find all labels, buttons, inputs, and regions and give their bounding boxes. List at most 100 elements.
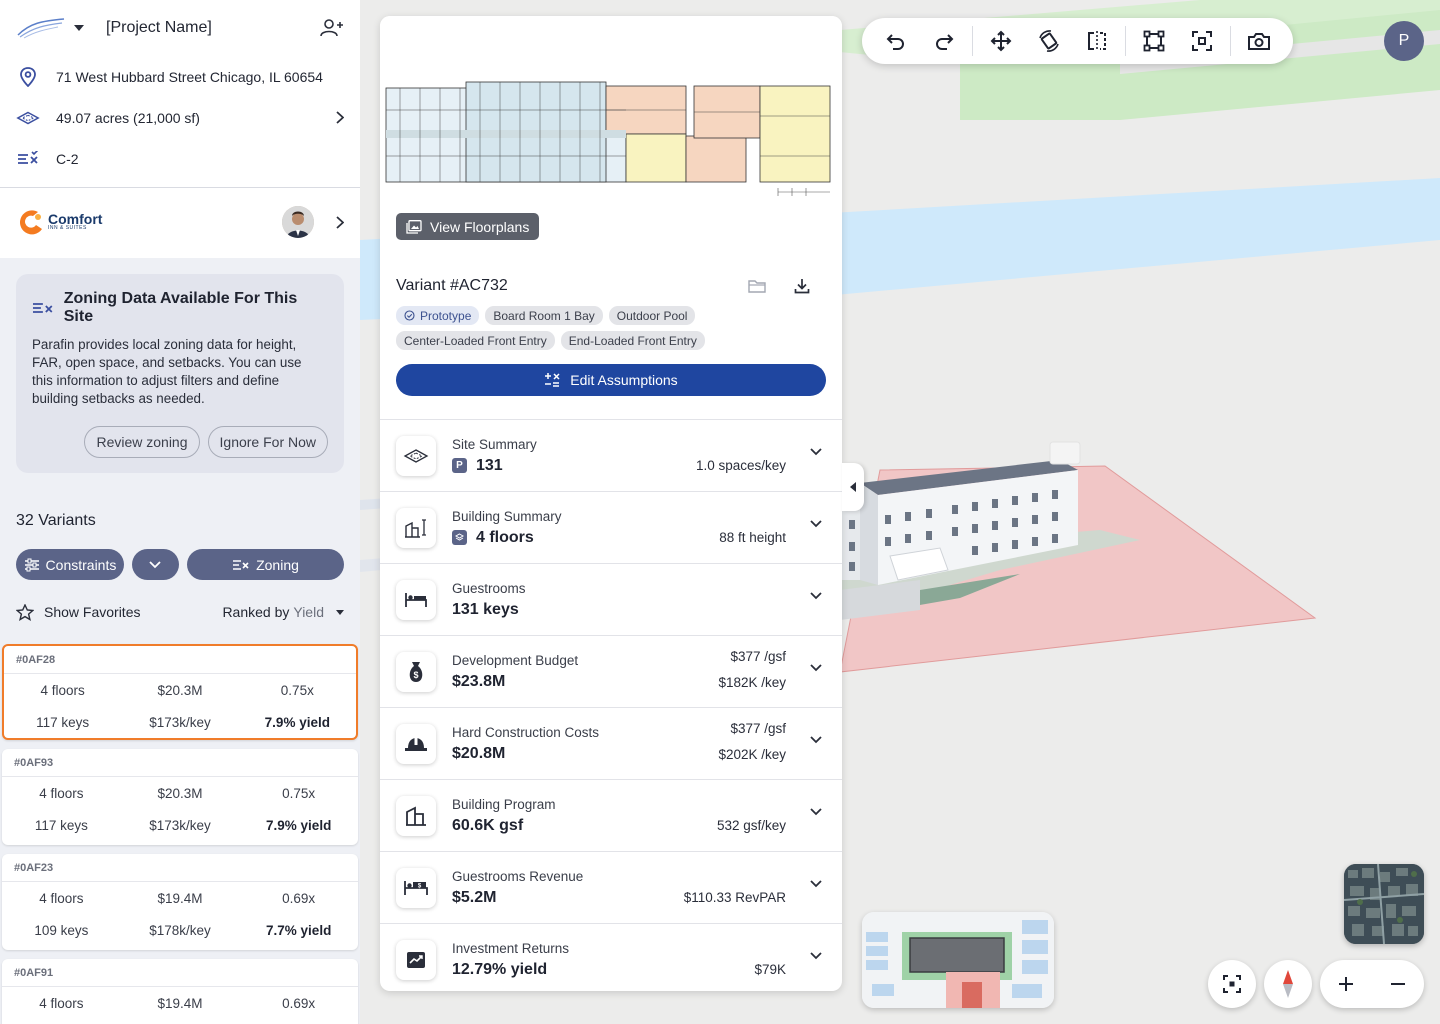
section-hard-construction-costs[interactable]: Hard Construction Costs $20.8M $377 /gsf… — [380, 708, 842, 780]
trend-chart-icon — [396, 939, 436, 980]
variant-floors: 4 floors — [39, 785, 84, 801]
acreage-row[interactable]: 49.07 acres (21,000 sf) — [0, 97, 360, 138]
redo-button[interactable] — [924, 21, 964, 61]
variant-card[interactable]: #0AF91 4 floors $19.4M 0.69x — [2, 959, 358, 1024]
zoom-controls — [1320, 960, 1424, 1008]
recenter-button[interactable] — [1208, 960, 1256, 1008]
tag-center-loaded: Center-Loaded Front Entry — [396, 331, 555, 350]
variant-list: #0AF28 4 floors $20.3M 0.75x 117 keys $1… — [0, 644, 360, 1024]
check-circle-icon — [404, 310, 415, 321]
zoning-filter-button[interactable]: Zoning — [187, 549, 344, 580]
section-building-program[interactable]: Building Program 60.6K gsf 532 gsf/key — [380, 780, 842, 852]
variant-floors: 4 floors — [39, 995, 84, 1011]
tag-prototype: Prototype — [396, 306, 480, 325]
focus-button[interactable] — [1182, 21, 1222, 61]
variant-card[interactable]: #0AF23 4 floors $19.4M 0.69x 109 keys $1… — [2, 854, 358, 950]
variant-cost: $19.4M — [157, 995, 203, 1011]
variant-card[interactable]: #0AF93 4 floors $20.3M 0.75x 117 keys $1… — [2, 749, 358, 845]
constraints-button[interactable]: Constraints — [16, 549, 124, 580]
add-user-icon[interactable] — [320, 18, 344, 38]
screenshot-button[interactable] — [1239, 21, 1279, 61]
undo-button[interactable] — [876, 21, 916, 61]
project-summary: [Project Name] 71 West Hubbard Street Ch… — [0, 0, 360, 258]
section-label: Investment Returns — [452, 940, 570, 956]
chevron-right-icon[interactable] — [336, 111, 344, 124]
variant-keys: 117 keys — [36, 714, 90, 730]
section-guestrooms-revenue[interactable]: $ Guestrooms Revenue $5.2M $110.33 RevPA… — [380, 852, 842, 924]
focus-frame-icon — [1223, 975, 1241, 993]
section-label: Guestrooms — [452, 580, 526, 596]
edit-assumptions-button[interactable]: Edit Assumptions — [396, 364, 826, 396]
section-label: Building Summary — [452, 508, 562, 524]
project-name[interactable]: [Project Name] — [106, 19, 320, 37]
variant-per-key: $178k/key — [149, 922, 211, 938]
app-logo-icon[interactable] — [16, 17, 66, 39]
view-floorplans-button[interactable]: View Floorplans — [396, 213, 540, 240]
variant-title: Variant #AC732 — [396, 277, 508, 294]
section-metric: $79K — [754, 962, 786, 977]
constraints-dropdown-button[interactable] — [131, 549, 180, 580]
floorplan-preview[interactable]: View Floorplans — [380, 16, 842, 256]
chevron-down-icon[interactable] — [810, 520, 822, 528]
chevron-right-icon[interactable] — [336, 215, 344, 229]
zoom-out-button[interactable] — [1390, 982, 1406, 986]
svg-text:$: $ — [413, 670, 418, 680]
section-metrics: $377 /gsf $202K /key — [718, 716, 786, 768]
redo-icon — [936, 34, 954, 50]
project-menu-chevron-icon[interactable] — [74, 25, 84, 31]
rank-by-dropdown[interactable]: Ranked by Yield — [222, 604, 344, 620]
variant-yield: 7.9% yield — [266, 817, 332, 833]
section-metric: $377 /gsf — [730, 721, 786, 736]
rotate-button[interactable] — [1029, 21, 1069, 61]
download-icon[interactable] — [794, 278, 810, 294]
brand-logo: Comfort INN & SUITES — [16, 207, 282, 237]
variant-card[interactable]: #0AF28 4 floors $20.3M 0.75x 117 keys $1… — [2, 644, 358, 740]
user-avatar[interactable]: P — [1384, 21, 1424, 61]
zoom-in-button[interactable] — [1338, 976, 1354, 992]
sliders-icon — [24, 558, 39, 571]
variant-per-key: $173k/key — [149, 714, 211, 730]
camera-icon — [1247, 33, 1270, 50]
hard-hat-icon — [396, 723, 436, 764]
section-value: 131 keys — [452, 600, 519, 618]
review-zoning-button[interactable]: Review zoning — [84, 426, 200, 458]
zoning-card-title: Zoning Data Available For This Site — [63, 290, 298, 325]
satellite-layer-toggle[interactable] — [1344, 864, 1424, 944]
acreage-text: 49.07 acres (21,000 sf) — [56, 109, 200, 126]
owner-avatar[interactable] — [282, 206, 314, 238]
minimap[interactable] — [862, 912, 1054, 1008]
variant-id: #0AF93 — [2, 749, 358, 777]
building-icon — [396, 795, 436, 836]
folder-icon[interactable] — [748, 279, 766, 293]
chevron-down-icon[interactable] — [810, 592, 822, 600]
zoning-code-row: C-2 — [0, 138, 360, 179]
chevron-down-icon[interactable] — [810, 736, 822, 744]
chevron-down-icon[interactable] — [810, 880, 822, 888]
zoning-filter-icon — [32, 303, 53, 313]
building-height-icon — [396, 507, 436, 548]
chevron-left-icon — [850, 482, 856, 492]
section-guestrooms[interactable]: Guestrooms 131 keys — [380, 564, 842, 636]
chevron-down-icon[interactable] — [810, 952, 822, 960]
brand-row[interactable]: Comfort INN & SUITES — [0, 188, 360, 256]
section-building-summary[interactable]: Building Summary 4 floors 88 ft height — [380, 492, 842, 564]
move-button[interactable] — [981, 21, 1021, 61]
rank-by-label: Ranked by — [222, 604, 290, 620]
chevron-down-icon[interactable] — [810, 448, 822, 456]
chevron-down-icon[interactable] — [810, 808, 822, 816]
star-icon[interactable] — [16, 603, 34, 621]
variant-cost: $19.4M — [157, 890, 203, 906]
show-favorites-toggle[interactable]: Show Favorites — [44, 604, 140, 620]
section-site-summary[interactable]: Site Summary P 131 1.0 spaces/key — [380, 420, 842, 492]
address-text: 71 West Hubbard Street Chicago, IL 60654 — [56, 68, 323, 85]
chevron-down-icon[interactable] — [810, 664, 822, 672]
ignore-for-now-button[interactable]: Ignore For Now — [207, 426, 328, 458]
section-value: $20.8M — [452, 744, 506, 762]
collapse-panel-button[interactable] — [842, 463, 864, 511]
section-metrics: $377 /gsf $182K /key — [718, 644, 786, 696]
compass-button[interactable] — [1264, 960, 1312, 1008]
mirror-button[interactable] — [1077, 21, 1117, 61]
section-investment-returns[interactable]: Investment Returns 12.79% yield $79K — [380, 924, 842, 991]
transform-button[interactable] — [1134, 21, 1174, 61]
section-development-budget[interactable]: $ Development Budget $23.8M $377 /gsf $1… — [380, 636, 842, 708]
